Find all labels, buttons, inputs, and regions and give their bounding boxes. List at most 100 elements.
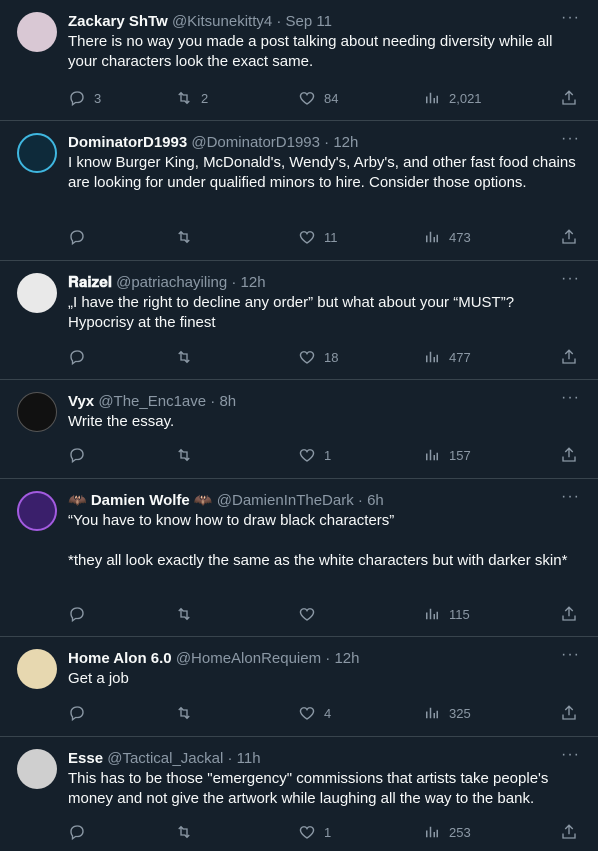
- retweet-button[interactable]: [175, 445, 201, 465]
- share-icon: [562, 705, 576, 720]
- views-button[interactable]: 477: [423, 347, 471, 367]
- retweet-button[interactable]: [175, 227, 201, 247]
- avatar[interactable]: [17, 749, 57, 789]
- views-button[interactable]: 157: [423, 445, 471, 465]
- author-handle[interactable]: @Tactical_Jackal: [107, 750, 223, 767]
- tweet-text: This has to be those "emergency" commiss…: [68, 770, 553, 807]
- tweet-text: „I have the right to decline any order” …: [68, 294, 519, 331]
- timestamp[interactable]: · Sep 11: [276, 13, 332, 30]
- timestamp[interactable]: · 11h: [228, 750, 261, 767]
- retweet-button[interactable]: 2: [175, 88, 208, 108]
- author-name[interactable]: Esse: [68, 750, 103, 767]
- view-count: 473: [449, 229, 471, 245]
- retweet-button[interactable]: [175, 347, 201, 367]
- retweet-icon: [178, 230, 190, 244]
- tweet[interactable]: ··· 🦇 Damien Wolfe 🦇 @DamienInTheDark · …: [0, 479, 598, 637]
- like-button[interactable]: 84: [298, 88, 338, 108]
- author-name[interactable]: Home Alon 6.0: [68, 650, 172, 667]
- view-count: 325: [449, 705, 471, 721]
- timestamp[interactable]: · 8h: [210, 393, 236, 410]
- tweet[interactable]: ··· Home Alon 6.0 @HomeAlonRequiem · 12h…: [0, 637, 598, 737]
- share-button[interactable]: [560, 703, 578, 723]
- views-button[interactable]: 115: [423, 604, 470, 624]
- view-count: 115: [449, 606, 470, 622]
- avatar[interactable]: [17, 12, 57, 52]
- view-count: 2,021: [449, 90, 482, 106]
- like-count: 1: [324, 447, 332, 463]
- retweet-icon: [178, 825, 190, 839]
- author-handle[interactable]: @The_Enc1ave: [98, 393, 206, 410]
- share-button[interactable]: [560, 445, 578, 465]
- retweet-button[interactable]: [175, 604, 201, 624]
- tweet[interactable]: ··· Esse @Tactical_Jackal · 11h This has…: [0, 737, 598, 851]
- heart-icon: [299, 449, 315, 462]
- avatar[interactable]: [17, 392, 57, 432]
- avatar[interactable]: [17, 273, 57, 313]
- reply-button[interactable]: [68, 227, 94, 247]
- share-button[interactable]: [560, 227, 578, 247]
- share-button[interactable]: [560, 604, 578, 624]
- share-icon: [562, 229, 576, 244]
- timestamp[interactable]: · 12h: [324, 134, 358, 151]
- like-count: 84: [324, 90, 339, 106]
- like-button[interactable]: 18: [298, 347, 338, 367]
- heart-icon: [299, 826, 315, 839]
- author-handle[interactable]: @DominatorD1993: [191, 134, 320, 151]
- like-count: 11: [324, 229, 338, 245]
- reply-icon: [70, 706, 84, 722]
- avatar[interactable]: [17, 133, 57, 173]
- retweet-icon: [178, 706, 190, 720]
- author-handle[interactable]: @DamienInTheDark: [217, 492, 354, 509]
- author-handle[interactable]: @patriachayiling: [116, 274, 227, 291]
- author-name[interactable]: 🦇 Damien Wolfe 🦇: [68, 492, 213, 509]
- share-button[interactable]: [560, 347, 578, 367]
- timestamp[interactable]: · 6h: [358, 492, 384, 509]
- analytics-icon: [426, 92, 438, 104]
- tweet-text: There is no way you made a post talking …: [68, 33, 557, 70]
- retweet-icon: [178, 607, 190, 621]
- author-handle[interactable]: @HomeAlonRequiem: [176, 650, 321, 667]
- tweet[interactable]: ··· Vyx @The_Enc1ave · 8h Write the essa…: [0, 380, 598, 479]
- analytics-icon: [426, 608, 438, 620]
- reply-button[interactable]: [68, 445, 94, 465]
- author-name[interactable]: Vyx: [68, 393, 94, 410]
- tweet[interactable]: ··· DominatorD1993 @DominatorD1993 · 12h…: [0, 121, 598, 261]
- reply-button[interactable]: [68, 703, 94, 723]
- tweet-text: Get a job: [68, 670, 129, 687]
- like-button[interactable]: 1: [298, 445, 331, 465]
- reply-button[interactable]: [68, 347, 94, 367]
- tweet[interactable]: ··· 𝐑𝐚𝐢𝐳𝐞𝐥 @patriachayiling · 12h „I hav…: [0, 261, 598, 380]
- reply-button[interactable]: [68, 822, 94, 842]
- share-button[interactable]: [560, 822, 578, 842]
- author-name[interactable]: Zackary ShTw: [68, 13, 168, 30]
- reply-icon: [70, 350, 84, 366]
- retweet-button[interactable]: [175, 822, 201, 842]
- views-button[interactable]: 2,021: [423, 88, 482, 108]
- share-icon: [562, 349, 576, 364]
- author-name[interactable]: DominatorD1993: [68, 134, 187, 151]
- like-button[interactable]: 1: [298, 822, 331, 842]
- tweet-text: “You have to know how to draw black char…: [68, 512, 568, 569]
- like-button[interactable]: 11: [298, 227, 338, 247]
- heart-icon: [299, 231, 315, 244]
- avatar[interactable]: [17, 649, 57, 689]
- timestamp[interactable]: · 12h: [231, 274, 265, 291]
- tweet-text: Write the essay.: [68, 413, 175, 430]
- author-handle[interactable]: @Kitsunekitty4: [172, 13, 272, 30]
- retweet-button[interactable]: [175, 703, 201, 723]
- avatar[interactable]: [17, 491, 57, 531]
- share-button[interactable]: [560, 88, 578, 108]
- author-name[interactable]: 𝐑𝐚𝐢𝐳𝐞𝐥: [68, 274, 112, 291]
- share-icon: [562, 447, 576, 462]
- reply-button[interactable]: [68, 604, 94, 624]
- like-button[interactable]: 4: [298, 703, 331, 723]
- heart-icon: [299, 608, 315, 621]
- views-button[interactable]: 473: [423, 227, 471, 247]
- views-button[interactable]: 325: [423, 703, 471, 723]
- views-button[interactable]: 253: [423, 822, 471, 842]
- reply-button[interactable]: 3: [68, 88, 101, 108]
- like-button[interactable]: [298, 604, 324, 624]
- reply-icon: [70, 825, 84, 841]
- timestamp[interactable]: · 12h: [325, 650, 359, 667]
- tweet[interactable]: ··· Zackary ShTw @Kitsunekitty4 · Sep 11…: [0, 0, 598, 121]
